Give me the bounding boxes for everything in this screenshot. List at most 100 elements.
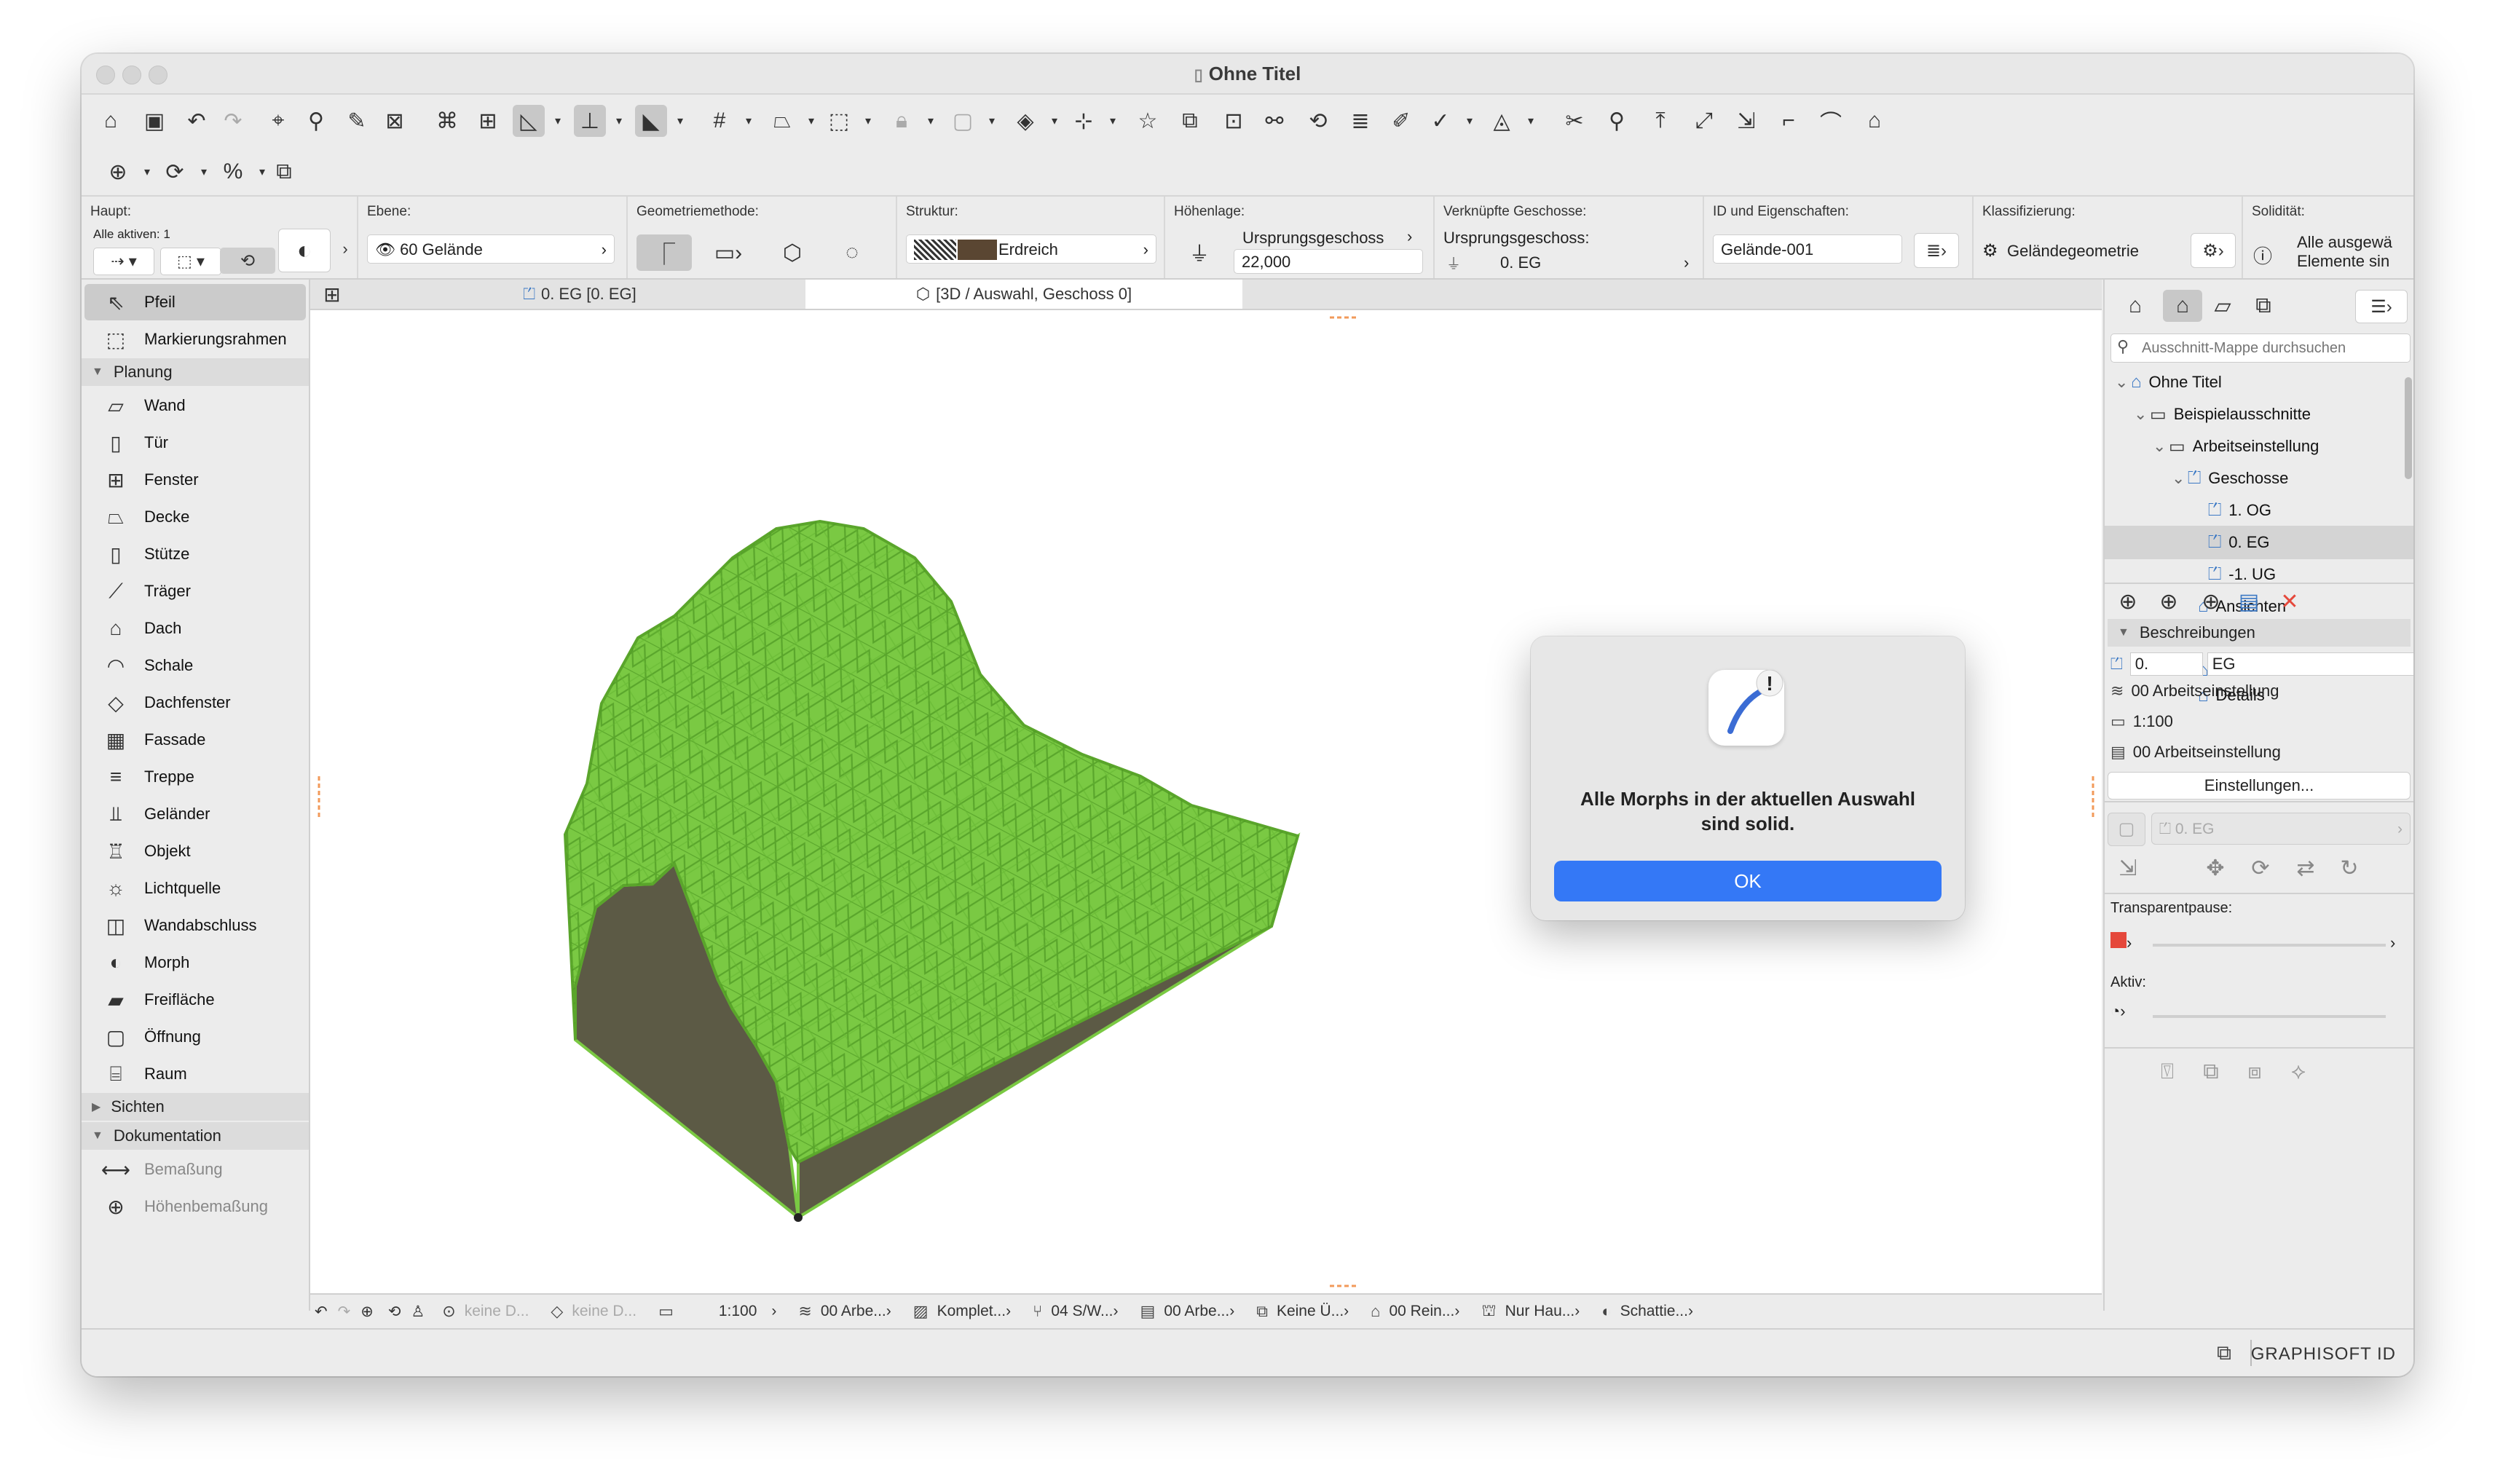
guide-lines-icon[interactable]: ◺ — [513, 105, 545, 137]
grid-dropdown-icon[interactable]: ▾ — [733, 105, 765, 137]
tool-fenster[interactable]: ⊞ Fenster — [84, 462, 306, 498]
status-scale-field[interactable]: ▭ 1:100 › — [658, 1302, 776, 1321]
magnify-icon[interactable]: ⚲ — [1601, 105, 1633, 137]
tool-objekt[interactable]: ♖ Objekt — [84, 833, 306, 869]
tool-decke[interactable]: ⏢ Decke — [84, 499, 306, 535]
navigator-search[interactable]: ⚲ — [2110, 333, 2411, 363]
tool-markierungsrahmen[interactable]: ⬚ Markierungsrahmen — [84, 321, 306, 358]
solid-operations-dropdown-icon[interactable]: ▾ — [1038, 105, 1071, 137]
snap-guides-dropdown-icon[interactable]: ▾ — [603, 105, 635, 137]
navigator-menu-button[interactable]: ☰› — [2355, 290, 2408, 323]
selection-hotspot[interactable] — [794, 1213, 803, 1222]
origin-chevron-icon[interactable]: › — [1407, 227, 1412, 246]
rotate-dropdown-icon[interactable]: ▾ — [188, 156, 220, 188]
navigator-search-input[interactable] — [2140, 337, 2405, 359]
tool-stuetze[interactable]: ▯ Stütze — [84, 536, 306, 572]
syringe-icon[interactable]: ✎ — [341, 105, 373, 137]
tool-oeffnung[interactable]: ▢ Öffnung — [84, 1019, 306, 1055]
tree-story-1og[interactable]: ⏍ 1. OG — [2105, 494, 2413, 527]
new-folder-icon[interactable]: ⊕ — [2195, 585, 2227, 617]
publish-icon[interactable]: ⟲ — [1302, 105, 1334, 137]
move-icon[interactable]: ⊕ — [102, 156, 134, 188]
tag-icon[interactable]: ✐ — [1385, 105, 1417, 137]
magic-wand-icon[interactable]: ⊠ — [379, 105, 411, 137]
3d-window-icon[interactable]: ⧉ — [1174, 105, 1206, 137]
tool-morph[interactable]: ◐ Morph — [84, 944, 306, 981]
tool-wand[interactable]: ▱ Wand — [84, 387, 306, 424]
duplicate-icon[interactable]: ⧉ — [268, 156, 300, 188]
group-sichten-header[interactable]: ▶ Sichten — [82, 1093, 309, 1121]
guide-lines-dropdown-icon[interactable]: ▾ — [542, 105, 574, 137]
tool-schale[interactable]: ◠ Schale — [84, 647, 306, 684]
redo-icon[interactable]: ↷ — [217, 105, 249, 137]
lock-icon[interactable]: 🔒︎ — [886, 105, 918, 137]
morph-settings-button[interactable]: ◐ — [278, 229, 331, 272]
display-order-icon[interactable]: ▢ — [947, 105, 979, 137]
tool-traeger[interactable]: ⟋ Träger — [84, 573, 306, 609]
tree-folder-beispiel[interactable]: ⌄ ▭ Beispielausschnitte — [2105, 398, 2413, 431]
walk-icon[interactable]: ♙ — [411, 1303, 425, 1321]
tool-treppe[interactable]: ≡ Treppe — [84, 759, 306, 795]
graphisoft-id-link[interactable]: GRAPHISOFT ID — [2251, 1344, 2396, 1365]
transparency-chevron-icon[interactable]: › — [2390, 934, 2395, 952]
tool-hoehenbemassung[interactable]: ⊕ Höhenbemaßung — [84, 1188, 306, 1225]
tool-tuer[interactable]: ▯ Tür — [84, 425, 306, 461]
trace-reference-icon[interactable]: ⌘ — [431, 105, 463, 137]
check-dropdown-icon[interactable]: ▾ — [1454, 105, 1486, 137]
trace-tool-1-icon[interactable]: ⍔ — [2151, 1056, 2183, 1088]
scissors-icon[interactable]: ✂ — [1558, 105, 1591, 137]
percent-icon[interactable]: % — [217, 156, 249, 188]
undo-icon[interactable]: ↶ — [181, 105, 213, 137]
status-pen-set-field[interactable]: ⑂ 04 S/W... › — [1033, 1302, 1118, 1321]
properties-icon[interactable]: ≣› — [1914, 233, 1959, 268]
trace-tool-3-icon[interactable]: ⧈ — [2239, 1056, 2271, 1088]
roof-icon[interactable]: ⌂ — [1859, 105, 1891, 137]
id-input[interactable]: Gelände-001 — [1713, 234, 1902, 264]
trace-move-icon[interactable]: ⇲ — [2112, 852, 2144, 884]
active-slider[interactable] — [2153, 1015, 2386, 1018]
tree-geschosse[interactable]: ⌄ ⏍ Geschosse — [2105, 462, 2413, 495]
tool-wandabschluss[interactable]: ◫ Wandabschluss — [84, 907, 306, 944]
status-structure-only-field[interactable]: ⛫ Nur Hau... › — [1481, 1301, 1580, 1322]
selection-type-dropdown[interactable]: ⇢ ▾ — [93, 248, 154, 275]
active-color-icon[interactable]: ◔› — [2110, 1002, 2143, 1028]
window-arrange-icon[interactable]: ⧉ — [2217, 1341, 2231, 1365]
tool-freiflaeche[interactable]: ▰ Freifläche — [84, 982, 306, 1018]
group-planung-header[interactable]: ▼ Planung — [82, 358, 309, 386]
transparency-color-icon[interactable]: › — [2110, 932, 2143, 958]
geometry-revolve-icon[interactable]: ◌ — [830, 234, 874, 271]
group-dropdown-icon[interactable]: ▾ — [852, 105, 884, 137]
publisher-icon[interactable]: ⧉ — [2247, 290, 2279, 322]
tree-folder-arbeit[interactable]: ⌄ ▭ Arbeitseinstellung — [2105, 430, 2413, 463]
morph-geometry-icon[interactable]: ⟲ — [220, 248, 275, 274]
tree-project[interactable]: ⌄ ⌂ Ohne Titel — [2105, 366, 2413, 399]
display-order-dropdown-icon[interactable]: ▾ — [976, 105, 1008, 137]
trace-offset-icon[interactable]: ✥ — [2199, 852, 2231, 884]
tree-story-0eg[interactable]: ⏍ 0. EG — [2105, 526, 2413, 559]
tab-overview-icon[interactable]: ⊞ — [310, 280, 354, 309]
gravity-dropdown-icon[interactable]: ▾ — [664, 105, 696, 137]
favorites-icon[interactable]: ☆ — [1132, 105, 1164, 137]
trace-reset-icon[interactable]: ↻ — [2333, 852, 2365, 884]
classification-button[interactable]: ⚙› — [2191, 233, 2236, 268]
status-rotation-field[interactable]: ◇ keine D... — [551, 1302, 636, 1321]
check-icon[interactable]: ✓ — [1424, 105, 1457, 137]
snap-guides-icon[interactable]: ⊥ — [574, 105, 606, 137]
home-icon[interactable]: ⌂ — [95, 105, 127, 137]
trace-toggle-icon[interactable]: ▢ — [2108, 813, 2145, 846]
disclosure-chevron-icon[interactable]: ⌄ — [2134, 405, 2150, 424]
layout-icon[interactable]: ⊡ — [1218, 105, 1250, 137]
structure-select[interactable]: Erdreich › — [906, 234, 1156, 264]
disclosure-chevron-icon[interactable]: ⌄ — [2115, 373, 2131, 392]
pick-up-parameters-icon[interactable]: ⌖ — [262, 105, 294, 137]
nav-forward-icon[interactable]: ↷ — [338, 1303, 351, 1321]
view-settings-icon[interactable]: ▤ — [2233, 585, 2265, 617]
trace-reference-select[interactable]: ⏍ 0. EG › — [2151, 813, 2411, 845]
list-icon[interactable]: ≣ — [1344, 105, 1376, 137]
delete-icon[interactable]: ✕ — [2274, 585, 2306, 617]
status-renovation-field[interactable]: ⌂ 00 Rein... › — [1371, 1302, 1459, 1321]
tool-dach[interactable]: ⌂ Dach — [84, 610, 306, 647]
status-shading-field[interactable]: ◐ Schattie... › — [1601, 1302, 1693, 1321]
trace-tool-2-icon[interactable]: ⧉ — [2195, 1056, 2227, 1088]
disclosure-chevron-icon[interactable]: ⌄ — [2153, 437, 2169, 456]
